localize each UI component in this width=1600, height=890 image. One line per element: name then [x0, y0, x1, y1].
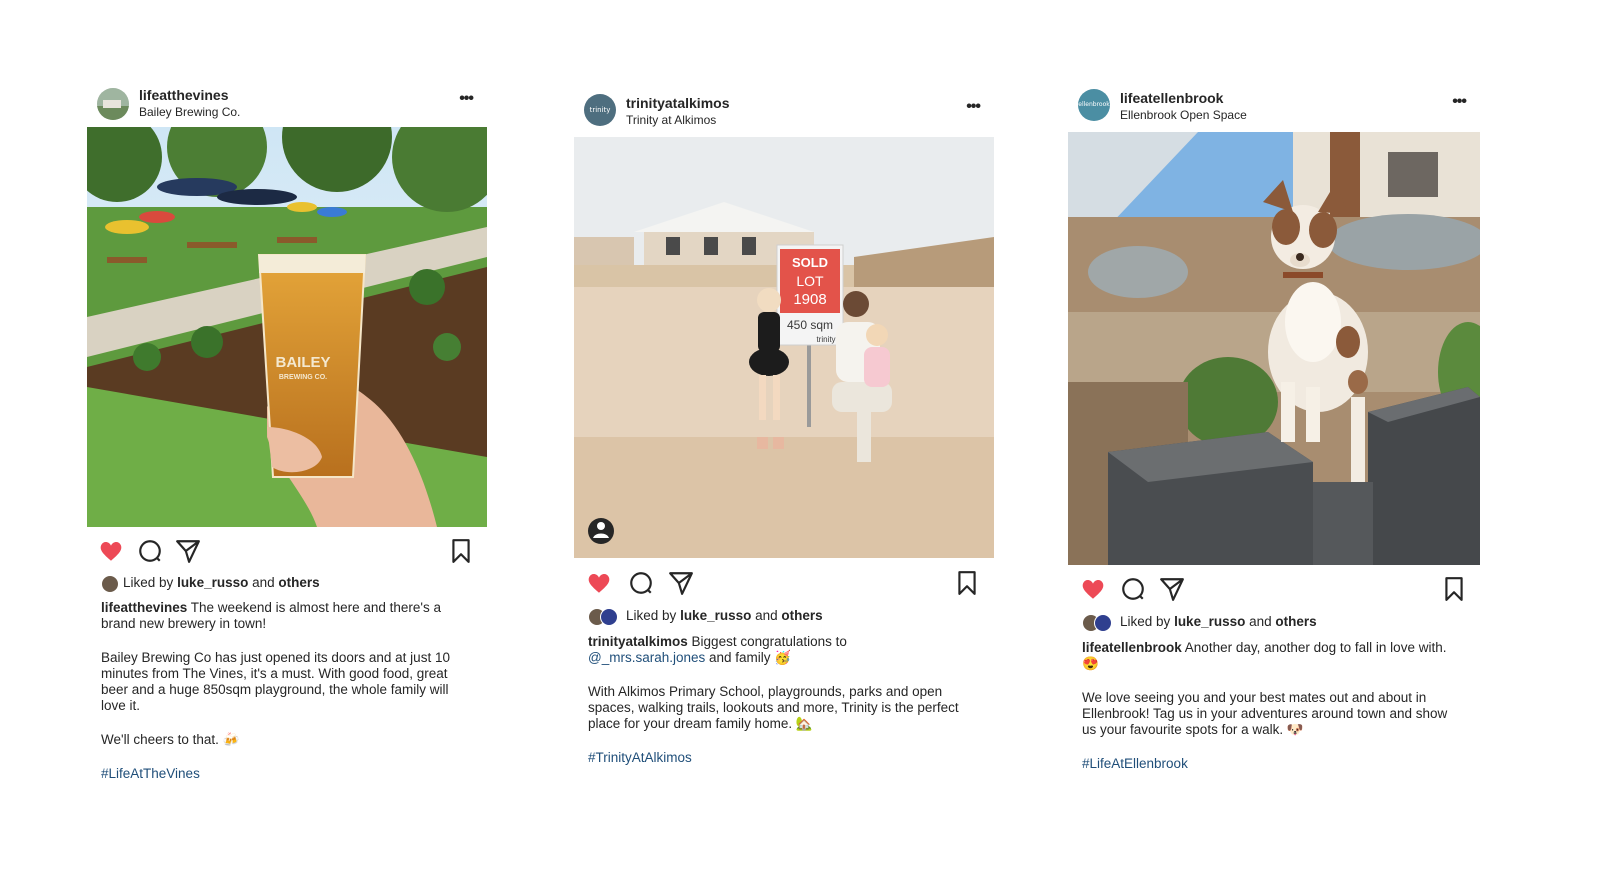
heart-icon[interactable]: [1080, 576, 1106, 602]
location[interactable]: Bailey Brewing Co.: [139, 105, 240, 119]
liked-others[interactable]: others: [1275, 614, 1316, 629]
post-actions: [1068, 576, 1480, 608]
caption-paragraph: We'll cheers to that. 🍻: [101, 732, 240, 747]
sign-sold-text: SOLD: [792, 255, 828, 270]
liked-others[interactable]: others: [781, 608, 822, 623]
paper-plane-icon[interactable]: [668, 570, 694, 596]
post-header: lifeatthevines Bailey Brewing Co. •••: [87, 86, 487, 126]
bookmark-icon[interactable]: [448, 538, 474, 564]
glass-brand-subtext: BREWING CO.: [279, 374, 327, 381]
post-image[interactable]: [1068, 132, 1480, 565]
avatar[interactable]: ellenbrook: [1078, 89, 1110, 121]
comment-icon[interactable]: [628, 570, 654, 596]
more-options-icon[interactable]: •••: [1452, 93, 1467, 111]
avatar[interactable]: [97, 88, 129, 120]
avatar[interactable]: trinity: [584, 94, 616, 126]
heart-icon[interactable]: [586, 570, 612, 596]
paper-plane-icon[interactable]: [1159, 576, 1185, 602]
sign-lot-text: LOT: [796, 273, 824, 289]
liked-prefix: Liked by: [123, 575, 174, 590]
hashtag[interactable]: #LifeAtTheVines: [101, 766, 471, 782]
liked-and: and: [1249, 614, 1272, 629]
hashtag[interactable]: #TrinityAtAlkimos: [588, 750, 983, 766]
avatar-brand-text: ellenbrook: [1078, 101, 1110, 108]
liked-by: Liked by luke_russo and others: [101, 575, 320, 594]
liked-and: and: [252, 575, 275, 590]
liked-by: Liked by luke_russo and others: [1082, 614, 1317, 633]
username[interactable]: lifeatthevines: [139, 87, 228, 103]
location[interactable]: Ellenbrook Open Space: [1120, 108, 1247, 122]
post-image[interactable]: BAILEY BREWING CO.: [87, 127, 487, 527]
sign-size-text: 450 sqm: [787, 318, 833, 332]
caption-paragraph: We love seeing you and your best mates o…: [1082, 690, 1448, 737]
liker-avatars: [1082, 614, 1114, 633]
sign-number-text: 1908: [793, 291, 826, 308]
sign-brand-text: trinity: [816, 335, 835, 344]
instagram-post-3: ellenbrook lifeatellenbrook Ellenbrook O…: [1068, 89, 1480, 789]
caption-text: Biggest congratulations to: [691, 634, 847, 649]
comment-icon[interactable]: [1120, 576, 1146, 602]
hashtag[interactable]: #LifeAtEllenbrook: [1082, 756, 1462, 772]
liker-avatars: [101, 575, 119, 594]
liked-prefix: Liked by: [626, 608, 677, 623]
caption-username[interactable]: lifeatellenbrook: [1082, 640, 1182, 655]
liker-avatars: [588, 608, 620, 627]
liked-user[interactable]: luke_russo: [680, 608, 751, 623]
liked-by: Liked by luke_russo and others: [588, 608, 823, 627]
bookmark-icon[interactable]: [1441, 576, 1467, 602]
location[interactable]: Trinity at Alkimos: [626, 113, 716, 127]
bookmark-icon[interactable]: [954, 570, 980, 596]
username[interactable]: trinityatalkimos: [626, 95, 729, 111]
caption: lifeatellenbrook Another day, another do…: [1082, 640, 1462, 790]
caption-username[interactable]: lifeatthevines: [101, 600, 187, 615]
paper-plane-icon[interactable]: [175, 538, 201, 564]
post-header: ellenbrook lifeatellenbrook Ellenbrook O…: [1068, 89, 1480, 129]
caption-username[interactable]: trinityatalkimos: [588, 634, 688, 649]
caption: lifeatthevines The weekend is almost her…: [101, 600, 471, 800]
liked-user[interactable]: luke_russo: [1174, 614, 1245, 629]
post-actions: [574, 570, 994, 602]
caption-paragraph: Bailey Brewing Co has just opened its do…: [101, 650, 450, 713]
avatar-brand-text: trinity: [589, 106, 611, 114]
instagram-post-1: lifeatthevines Bailey Brewing Co. ••• BA…: [87, 86, 487, 796]
caption: trinityatalkimos Biggest congratulations…: [588, 634, 983, 784]
glass-brand-text: BAILEY: [275, 354, 330, 371]
liked-others[interactable]: others: [278, 575, 319, 590]
more-options-icon[interactable]: •••: [459, 90, 474, 108]
post-actions: [87, 538, 487, 570]
liked-prefix: Liked by: [1120, 614, 1171, 629]
instagram-post-2: trinity trinityatalkimos Trinity at Alki…: [574, 94, 994, 784]
comment-icon[interactable]: [137, 538, 163, 564]
username[interactable]: lifeatellenbrook: [1120, 90, 1223, 106]
mention-link[interactable]: @_mrs.sarah.jones: [588, 650, 705, 665]
caption-text-tail: and family 🥳: [709, 650, 792, 665]
liked-and: and: [755, 608, 778, 623]
heart-icon[interactable]: [98, 538, 124, 564]
liked-user[interactable]: luke_russo: [177, 575, 248, 590]
more-options-icon[interactable]: •••: [966, 98, 981, 116]
post-image[interactable]: SOLD LOT 1908 450 sqm trinity: [574, 137, 994, 558]
post-header: trinity trinityatalkimos Trinity at Alki…: [574, 94, 994, 134]
caption-paragraph: With Alkimos Primary School, playgrounds…: [588, 684, 959, 731]
